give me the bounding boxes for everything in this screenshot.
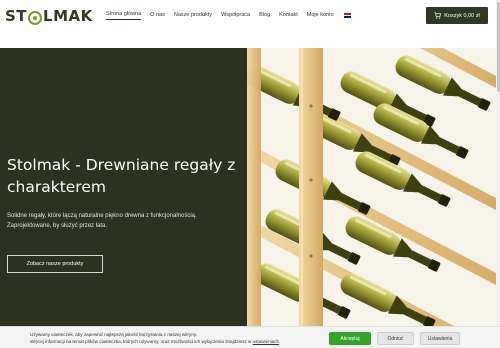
- site-header: ST LMAK Strona główna O nas Nasze produk…: [0, 0, 500, 32]
- cart-icon: [434, 12, 442, 19]
- cookie-message-line1: Używamy ciasteczek, aby zapewnić najleps…: [30, 332, 198, 337]
- nav-item-home[interactable]: Strona główna: [106, 11, 142, 20]
- hero-description: Solidne regały, które łączą naturalne pi…: [7, 213, 197, 229]
- cart-button[interactable]: Koszyk 0,00 zł: [426, 7, 488, 24]
- logo-o-icon: [28, 11, 43, 25]
- logo-text-end: LMAK: [43, 7, 93, 25]
- nav-item-account[interactable]: Moje konto: [307, 12, 334, 20]
- hero-title: Stolmak - Drewniane regały z charakterem: [7, 156, 236, 196]
- main-nav: Strona główna O nas Nasze produkty Współ…: [106, 11, 351, 20]
- logo[interactable]: ST LMAK: [5, 6, 93, 26]
- wine-rack-illustration: [247, 48, 496, 326]
- cart-label: Koszyk 0,00 zł: [444, 12, 480, 19]
- cookie-message-line2: Więcej informacji na temat plików ciaste…: [30, 338, 280, 345]
- view-products-button[interactable]: Zobacz nasze produkty: [7, 255, 103, 273]
- logo-text-start: ST: [5, 7, 28, 25]
- nav-item-contact[interactable]: Kontakt: [279, 12, 298, 20]
- reject-cookies-button[interactable]: Odrzuć: [377, 332, 414, 345]
- cookie-consent-bar: Używamy ciasteczek, aby zapewnić najleps…: [0, 326, 500, 348]
- nav-item-cooperation[interactable]: Współpraca: [221, 12, 250, 20]
- nav-item-about[interactable]: O nas: [150, 12, 165, 20]
- cookie-settings-button[interactable]: Ustawienia: [420, 332, 460, 345]
- cookie-message: Używamy ciasteczek, aby zapewnić najleps…: [30, 331, 280, 345]
- accept-cookies-button[interactable]: Akceptuj: [329, 332, 371, 345]
- uk-flag-icon[interactable]: [343, 13, 351, 19]
- hero-image-wine-rack: [247, 48, 496, 326]
- nav-item-blog[interactable]: Blog: [259, 12, 270, 20]
- cookie-settings-link[interactable]: ustawieniach: [253, 339, 280, 344]
- cookie-message-line2-text: Więcej informacji na temat plików ciaste…: [30, 339, 253, 344]
- cookie-message-line2-end: .: [279, 339, 281, 344]
- page-scrollbar[interactable]: [496, 0, 500, 348]
- nav-item-products[interactable]: Nasze produkty: [174, 12, 212, 20]
- scrollbar-thumb[interactable]: [496, 2, 500, 92]
